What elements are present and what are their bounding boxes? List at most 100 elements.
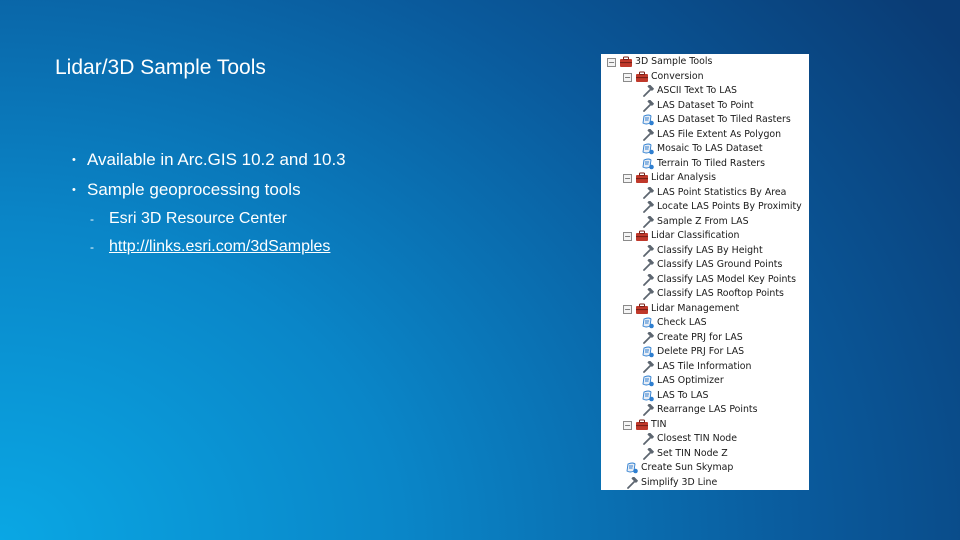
- collapse-toggle[interactable]: −: [623, 420, 632, 430]
- tree-item-label: ASCII Text To LAS: [657, 85, 738, 96]
- tool-item[interactable]: Simplify 3D Line: [601, 475, 809, 491]
- hammer-icon: [641, 272, 655, 286]
- hammer-icon: [641, 243, 655, 257]
- hammer-icon: [641, 200, 655, 213]
- tool-item[interactable]: Closest TIN Node: [601, 432, 809, 447]
- tool-item[interactable]: Sample Z From LAS: [601, 214, 809, 230]
- tool-item[interactable]: LAS File Extent As Polygon: [601, 127, 809, 143]
- tool-item[interactable]: Check LAS: [601, 316, 809, 331]
- toolset-group[interactable]: − Conversion: [601, 70, 809, 85]
- tool-item[interactable]: Mosaic To LAS Dataset: [601, 142, 809, 157]
- tree-item-label: Check LAS: [657, 317, 707, 328]
- collapse-toggle[interactable]: −: [623, 72, 632, 82]
- sub-bullet-marker: -: [90, 240, 94, 254]
- tree-item-label: Sample Z From LAS: [657, 215, 749, 227]
- toolbox-tree-panel: −3D Sample Tools − Conversion ASCII Text To…: [601, 54, 809, 490]
- tool-item[interactable]: ASCII Text To LAS: [601, 84, 809, 99]
- hammer-icon: [641, 84, 655, 97]
- hammer-icon: [641, 287, 655, 300]
- tool-item[interactable]: Terrain To Tiled Rasters: [601, 157, 809, 172]
- tool-item[interactable]: LAS Point Statistics By Area: [601, 185, 809, 201]
- tree-item-label: Classify LAS Ground Points: [657, 259, 783, 270]
- tree-item-label: Create Sun Skymap: [641, 462, 734, 473]
- tree-item-label: LAS Point Statistics By Area: [657, 186, 787, 198]
- toolset-group[interactable]: − TIN: [601, 418, 809, 433]
- toolset-group[interactable]: − Lidar Classification: [601, 229, 809, 244]
- hammer-icon: [641, 258, 655, 271]
- collapse-toggle[interactable]: −: [607, 58, 616, 67]
- tool-item[interactable]: Set TIN Node Z: [601, 446, 809, 462]
- tree-item-label: 3D Sample Tools: [635, 56, 713, 67]
- script-icon: [625, 462, 639, 474]
- collapse-toggle[interactable]: −: [623, 304, 632, 314]
- hammer-icon: [641, 403, 655, 416]
- slide: Lidar/3D Sample Tools • Available in Arc…: [0, 0, 960, 540]
- tree-item-label: Terrain To Tiled Rasters: [657, 157, 766, 169]
- toolset-icon: [635, 172, 649, 184]
- tree-item-label: LAS Dataset To Point: [657, 99, 754, 111]
- hammer-icon: [625, 475, 639, 489]
- tree-item-label: Locate LAS Points By Proximity: [657, 201, 802, 212]
- tool-item[interactable]: LAS Dataset To Tiled Rasters: [601, 113, 809, 128]
- bullet-list: • Available in Arc.GIS 10.2 and 10.3 • S…: [72, 145, 346, 261]
- sub-bullet-marker: -: [90, 212, 94, 226]
- tool-item[interactable]: Classify LAS Ground Points: [601, 258, 809, 273]
- toolset-group[interactable]: − Lidar Management: [601, 302, 809, 317]
- tree-item-label: Create PRJ for LAS: [657, 331, 743, 343]
- tree-item-label: Classify LAS By Height: [657, 244, 763, 256]
- collapse-toggle[interactable]: −: [623, 174, 632, 183]
- tool-item[interactable]: LAS Dataset To Point: [601, 98, 809, 114]
- tree-item-label: Classify LAS Rooftop Points: [657, 288, 784, 299]
- tool-item[interactable]: Locate LAS Points By Proximity: [601, 200, 809, 215]
- tool-item[interactable]: Create PRJ for LAS: [601, 330, 809, 346]
- bullet-marker: •: [72, 184, 76, 196]
- tree-item-label: Simplify 3D Line: [641, 476, 718, 488]
- hammer-icon: [641, 185, 655, 199]
- tree-item-label: Classify LAS Model Key Points: [657, 273, 796, 285]
- hammer-icon: [641, 432, 655, 445]
- slide-title: Lidar/3D Sample Tools: [55, 56, 266, 79]
- tool-item[interactable]: Classify LAS By Height: [601, 243, 809, 259]
- script-icon: [641, 114, 655, 126]
- toolset-icon: [635, 71, 649, 83]
- toolset-icon: [635, 303, 649, 315]
- tree-item-label: Rearrange LAS Points: [657, 404, 758, 415]
- resource-link[interactable]: http://links.esri.com/3dSamples: [109, 238, 330, 255]
- sub-bullet-text: Esri 3D Resource Center: [109, 210, 287, 227]
- script-icon: [641, 375, 655, 387]
- toolbox-icon: [619, 56, 633, 68]
- tool-item[interactable]: Create Sun Skymap: [601, 461, 809, 476]
- tree-item-label: LAS Tile Information: [657, 360, 752, 372]
- hammer-icon: [641, 214, 655, 228]
- collapse-toggle[interactable]: −: [623, 232, 632, 241]
- toolbox-root[interactable]: − 3D Sample Tools: [601, 55, 809, 70]
- sub-bullet-item: - http://links.esri.com/3dSamples: [72, 233, 346, 261]
- tree-item-label: Delete PRJ For LAS: [657, 346, 745, 357]
- tool-item[interactable]: Classify LAS Model Key Points: [601, 272, 809, 288]
- tree-item-label: Closest TIN Node: [657, 433, 738, 444]
- tree-item-label: LAS File Extent As Polygon: [657, 128, 782, 140]
- tool-item[interactable]: Delete PRJ For LAS: [601, 345, 809, 360]
- tool-item[interactable]: Rearrange LAS Points: [601, 403, 809, 418]
- hammer-icon: [641, 330, 655, 344]
- toolset-icon: [635, 230, 649, 242]
- toolset-icon: [635, 419, 649, 431]
- bullet-item: • Sample geoprocessing tools: [72, 175, 346, 205]
- hammer-icon: [641, 98, 655, 112]
- script-icon: [641, 317, 655, 329]
- bullet-text: Sample geoprocessing tools: [87, 180, 301, 199]
- tree-item-label: Conversion: [651, 70, 704, 82]
- toolset-group[interactable]: − Lidar Analysis: [601, 171, 809, 186]
- sub-bullet-item: - Esri 3D Resource Center: [72, 205, 346, 233]
- tree-item-label: Lidar Analysis: [651, 172, 716, 183]
- bullet-text: Available in Arc.GIS 10.2 and 10.3: [87, 150, 346, 169]
- tool-item[interactable]: LAS Tile Information: [601, 359, 809, 375]
- tool-item[interactable]: LAS Optimizer: [601, 374, 809, 389]
- tool-item[interactable]: Classify LAS Rooftop Points: [601, 287, 809, 302]
- tree-item-label: Lidar Classification: [651, 230, 740, 241]
- tree-item-label: TIN: [651, 418, 667, 430]
- script-icon: [641, 158, 655, 170]
- tool-item[interactable]: LAS To LAS: [601, 389, 809, 404]
- tree-item-label: LAS Optimizer: [657, 375, 724, 386]
- script-icon: [641, 390, 655, 402]
